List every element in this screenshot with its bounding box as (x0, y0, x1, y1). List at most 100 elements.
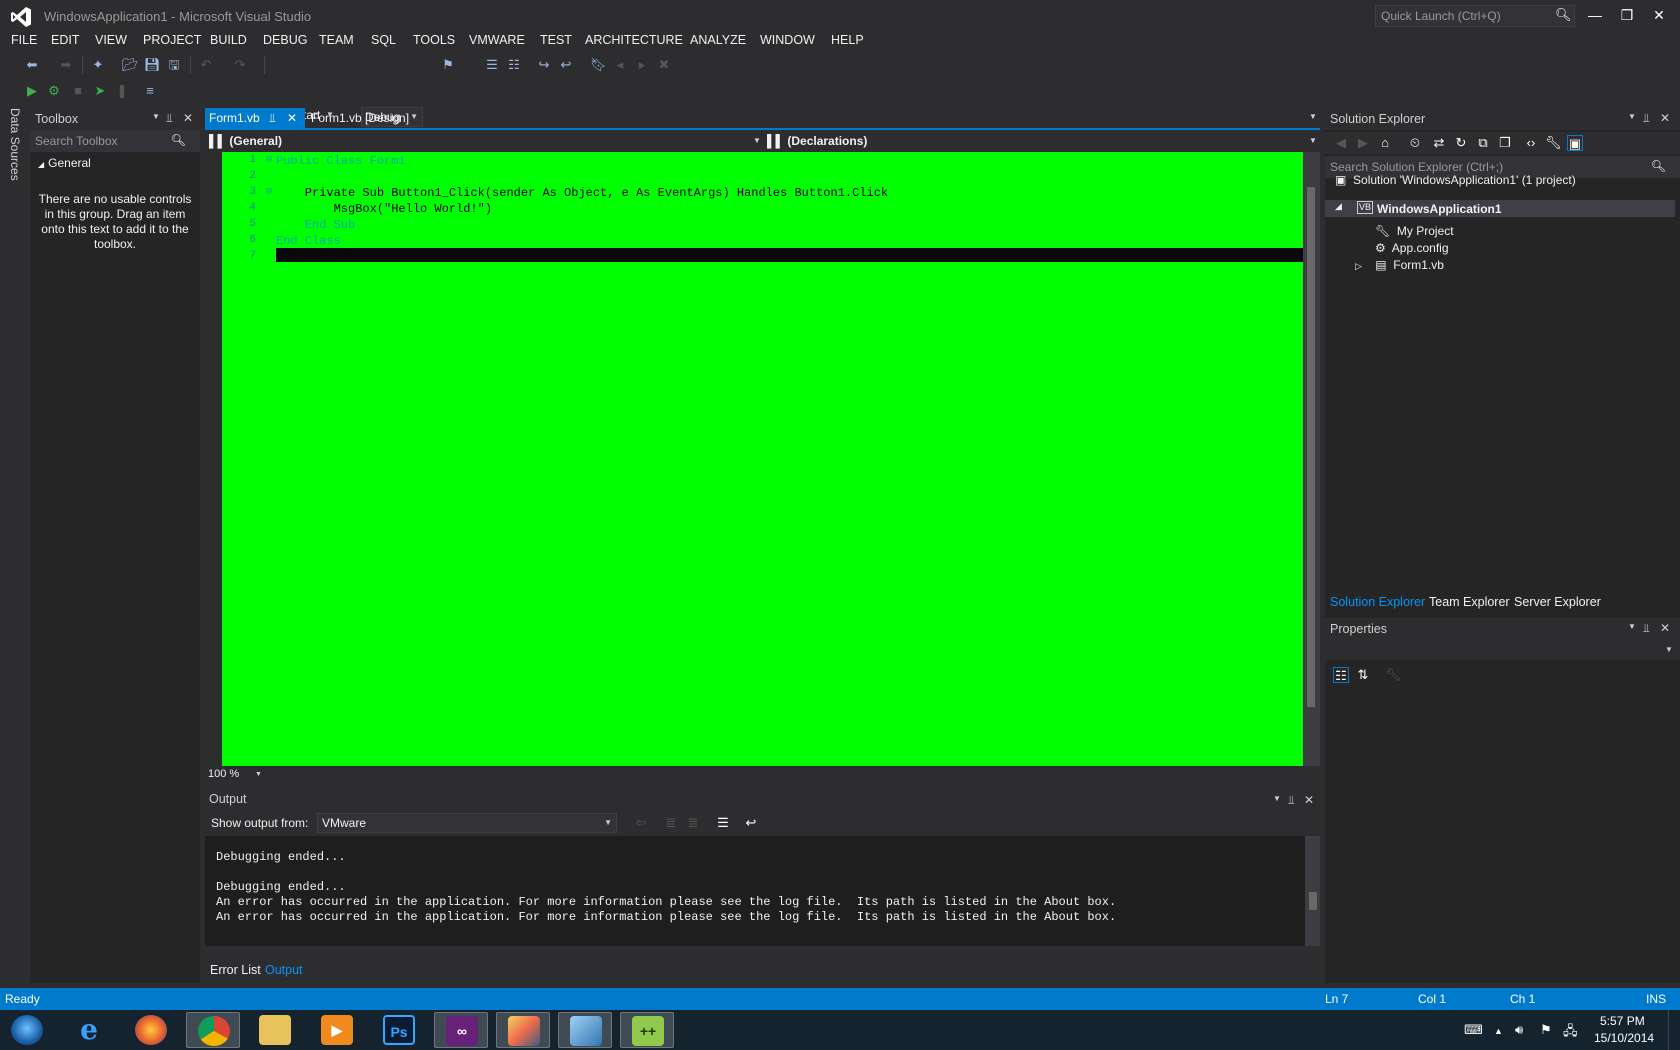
menu-window[interactable]: WINDOW (760, 33, 815, 47)
flag-icon[interactable]: ⚑ (1540, 1022, 1552, 1038)
collapse-icon[interactable]: ⊟ (266, 186, 272, 198)
taskbar-visual-studio[interactable]: ∞ (434, 1012, 488, 1048)
back-icon[interactable]: ⬅ (24, 57, 40, 73)
tree-solution[interactable]: ▣ Solution 'WindowsApplication1' (1 proj… (1335, 173, 1576, 190)
menu-team[interactable]: TEAM (319, 33, 354, 47)
zoom-level[interactable]: 100 % (208, 768, 239, 780)
taskbar-firefox[interactable] (124, 1012, 178, 1048)
network-icon[interactable]: 🖧︎ (1563, 1022, 1578, 1044)
step-into-icon[interactable]: ↪ (536, 57, 552, 73)
preview-selected-icon[interactable]: ▣ (1567, 135, 1583, 151)
find-in-files-icon[interactable]: ⚑ (440, 57, 456, 73)
step-over-icon[interactable]: ↩ (558, 57, 574, 73)
prev-message-icon[interactable]: ≣ (663, 815, 679, 831)
pin-icon[interactable]: ⫫ (166, 111, 173, 126)
properties-icon[interactable]: 🔧︎ (1545, 135, 1562, 151)
menu-project[interactable]: PROJECT (143, 33, 201, 47)
sync-icon[interactable]: ⇄ (1431, 135, 1447, 151)
open-file-icon[interactable]: 📂︎ (122, 57, 139, 73)
menu-edit[interactable]: EDIT (51, 33, 79, 47)
expand-triangle-icon[interactable]: ◢ (1335, 201, 1342, 212)
find-message-icon[interactable]: ⇦ (633, 815, 649, 831)
chevron-down-icon[interactable]: ▼ (753, 136, 761, 145)
pin-icon[interactable]: ⫫ (1288, 793, 1295, 808)
minimize-button[interactable]: ― (1580, 4, 1610, 28)
clear-all-icon[interactable]: ☰ (715, 815, 731, 831)
keyboard-icon[interactable]: ⌨ (1464, 1022, 1483, 1038)
menu-sql[interactable]: SQL (371, 33, 396, 47)
save-icon[interactable]: 💾︎ (144, 57, 161, 73)
start-button[interactable] (0, 1012, 54, 1048)
tab-output[interactable]: Output (265, 963, 303, 977)
menu-vmware[interactable]: VMWARE (469, 33, 525, 47)
show-hidden-icons[interactable]: ▲ (1494, 1026, 1503, 1036)
forward-icon[interactable]: ▶ (1355, 135, 1371, 151)
debug-options-icon[interactable]: ≡ (142, 83, 158, 99)
chevron-down-icon[interactable]: ▼ (1628, 622, 1636, 631)
tab-server-explorer[interactable]: Server Explorer (1514, 595, 1601, 609)
collapse-all-icon[interactable]: ⧉ (1475, 135, 1491, 151)
save-all-icon[interactable]: 🖫︎ (166, 57, 182, 73)
forward-icon[interactable]: ➡ (58, 57, 74, 73)
volume-icon[interactable]: 🔊︎ (1515, 1022, 1523, 1038)
home-icon[interactable]: ⌂ (1377, 135, 1393, 151)
toolbox-group-general[interactable]: ◢ General (38, 156, 91, 170)
view-code-icon[interactable]: ‹› (1523, 135, 1539, 151)
refresh-icon[interactable]: ↻ (1453, 135, 1469, 151)
restore-button[interactable]: ❐ (1612, 4, 1642, 28)
taskbar-file-explorer[interactable] (248, 1012, 302, 1048)
run-tests-icon[interactable]: ⚙ (46, 83, 62, 99)
bookmark-icon[interactable]: 🔖︎ (590, 57, 607, 73)
pin-icon[interactable]: ⫫ (269, 111, 276, 126)
members-dropdown[interactable]: ▌▌ (Declarations) (767, 134, 867, 148)
output-source-select[interactable]: VMware ▼ (317, 813, 617, 833)
taskbar-notepad-plus[interactable]: ++ (620, 1012, 674, 1048)
show-all-files-icon[interactable]: ❐ (1497, 135, 1513, 151)
redo-icon[interactable]: ↷ (232, 57, 248, 73)
tree-form1-vb[interactable]: ▷ ▤ Form1.vb (1355, 258, 1444, 275)
menu-tools[interactable]: TOOLS (413, 33, 455, 47)
close-icon[interactable]: ✕ (287, 111, 297, 125)
categorized-icon[interactable]: ☷ (1333, 667, 1349, 683)
break-icon[interactable]: ❚ (114, 83, 130, 99)
tab-overflow-icon[interactable]: ▼ (1309, 112, 1317, 121)
search-icon[interactable]: 🔍︎ (1555, 7, 1572, 23)
tab-solution-explorer[interactable]: Solution Explorer (1330, 595, 1425, 609)
run-icon[interactable]: ▶ (24, 83, 40, 99)
menu-debug[interactable]: DEBUG (263, 33, 307, 47)
menu-architecture[interactable]: ARCHITECTURE (585, 33, 683, 47)
menu-test[interactable]: TEST (540, 33, 572, 47)
editor-vertical-scrollbar[interactable] (1303, 152, 1320, 766)
taskbar-media-player[interactable]: ▶ (310, 1012, 364, 1048)
tree-app-config[interactable]: ⚙ App.config (1375, 241, 1449, 258)
tree-project[interactable]: ◢ VB WindowsApplication1 (1325, 200, 1675, 217)
chevron-down-icon[interactable]: ▼ (1273, 794, 1281, 803)
close-icon[interactable]: ✕ (1660, 111, 1670, 125)
menu-analyze[interactable]: ANALYZE (690, 33, 746, 47)
clock-time[interactable]: 5:57 PM (1600, 1014, 1645, 1028)
menu-view[interactable]: VIEW (95, 33, 127, 47)
property-pages-icon[interactable]: 🔧︎ (1385, 667, 1402, 683)
back-icon[interactable]: ◀ (1333, 135, 1349, 151)
taskbar-paint[interactable] (496, 1012, 550, 1048)
outline-icon[interactable]: ☷ (506, 57, 522, 73)
tab-form1-vb[interactable]: Form1.vb ⫫ ✕ (205, 108, 305, 128)
new-project-icon[interactable]: ✦ (90, 57, 106, 73)
undo-icon[interactable]: ↶ (198, 57, 214, 73)
next-bookmark-icon[interactable]: ▸ (634, 57, 650, 73)
taskbar-internet-explorer[interactable]: e (62, 1012, 116, 1048)
prev-bookmark-icon[interactable]: ◂ (612, 57, 628, 73)
taskbar-chrome[interactable] (186, 1012, 240, 1048)
tab-error-list[interactable]: Error List (210, 963, 261, 977)
output-text[interactable]: Debugging ended... Debugging ended... An e… (205, 836, 1305, 946)
tab-form1-design[interactable]: Form1.vb [Design] (305, 108, 415, 128)
chevron-down-icon[interactable]: ▼ (1628, 112, 1636, 121)
menu-build[interactable]: BUILD (210, 33, 247, 47)
tab-team-explorer[interactable]: Team Explorer (1429, 595, 1510, 609)
data-sources-tab[interactable]: Data Sources (6, 108, 26, 188)
taskbar-photoshop[interactable]: Ps (372, 1012, 426, 1048)
toolbox-search-input[interactable]: Search Toolbox 🔍︎ (30, 130, 200, 152)
clock-date[interactable]: 15/10/2014 (1594, 1031, 1654, 1045)
taskbar-virtualbox[interactable] (558, 1012, 612, 1048)
code-editor[interactable]: 1 2 3 4 5 6 7 ⊟ ⊟ Public Class Form1 Pri… (222, 152, 1303, 766)
